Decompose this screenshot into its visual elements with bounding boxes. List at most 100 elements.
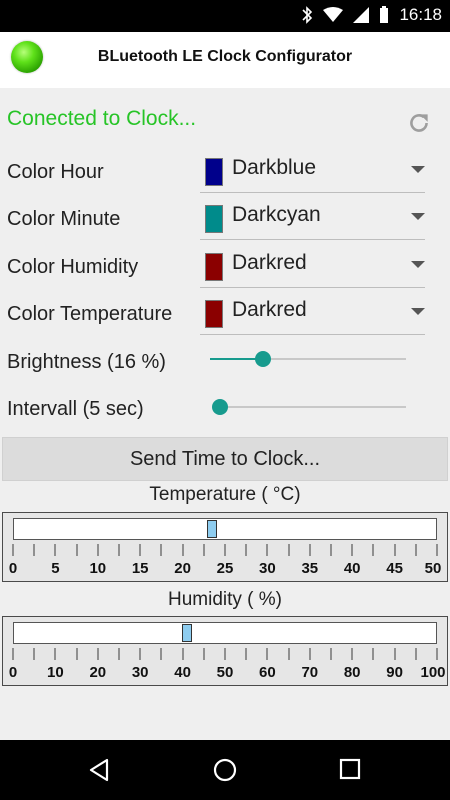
gauge-tick <box>202 648 205 660</box>
brightness-label: Brightness (16 %) <box>7 351 166 373</box>
color-hour-value: Darkblue <box>232 156 317 179</box>
gauge-tick <box>245 544 248 556</box>
color-minute-value: Darkcyan <box>232 203 321 226</box>
gauge-tick-label: 40 <box>174 664 191 681</box>
gauge-tick-label: 50 <box>424 560 442 577</box>
gauge-tick-label: 15 <box>131 560 149 577</box>
interval-slider[interactable] <box>211 397 406 417</box>
clock-time: 16:18 <box>399 5 442 24</box>
color-humidity-label: Color Humidity <box>7 256 139 278</box>
gauge-tick <box>351 648 354 660</box>
gauge-tick <box>245 648 248 660</box>
gauge-tick <box>33 648 36 660</box>
refresh-icon[interactable] <box>406 110 432 136</box>
gauge-tick <box>372 544 375 556</box>
gauge-tick <box>287 648 290 660</box>
brightness-slider[interactable] <box>210 349 406 369</box>
gauge-tick <box>181 648 184 660</box>
home-icon[interactable] <box>213 758 237 782</box>
color-temperature-value: Darkred <box>232 298 307 321</box>
gauge-tick <box>266 544 269 556</box>
gauge-tick-label: 40 <box>343 560 361 577</box>
color-humidity-value: Darkred <box>232 251 307 274</box>
gauge-tick <box>266 648 269 660</box>
slider-thumb[interactable] <box>255 351 272 367</box>
gauge-tick-label: 90 <box>386 664 403 681</box>
humidity-gauge: 0 10 20 30 40 50 60 70 80 90 100 <box>2 616 448 686</box>
color-temperature-dropdown[interactable]: Darkred <box>200 290 425 335</box>
color-hour-dropdown[interactable]: Darkblue <box>200 148 425 193</box>
recents-icon[interactable] <box>339 758 361 780</box>
gauge-tick-label: 25 <box>216 560 234 577</box>
gauge-tick <box>96 648 99 660</box>
gauge-tick <box>414 544 417 556</box>
gauge-tick <box>436 544 438 556</box>
temperature-gauge: 0 5 10 15 20 25 30 35 40 45 50 <box>2 512 448 582</box>
gauge-tick <box>139 648 142 660</box>
gauge-tick-label: 50 <box>216 664 234 681</box>
gauge-tick <box>75 648 78 660</box>
slider-thumb[interactable] <box>211 399 228 415</box>
gauge-tick <box>414 648 417 660</box>
gauge-tick-label: 30 <box>259 560 276 577</box>
gauge-tick-label: 70 <box>301 664 319 681</box>
gauge-tick <box>54 648 57 660</box>
gauge-bar <box>13 622 437 644</box>
gauge-tick <box>287 544 290 556</box>
color-humidity-dropdown[interactable]: Darkred <box>200 243 425 288</box>
gauge-tick <box>75 544 78 556</box>
gauge-bar <box>13 518 437 540</box>
color-swatch <box>205 300 223 328</box>
temperature-title: Temperature ( °C) <box>149 484 301 505</box>
gauge-tick <box>181 544 184 556</box>
color-temperature-label: Color Temperature <box>7 303 173 325</box>
gauge-tick-label: 35 <box>301 560 319 577</box>
color-swatch <box>205 205 223 233</box>
gauge-tick-label: 30 <box>131 664 149 681</box>
gauge-tick <box>224 648 226 660</box>
gauge-tick <box>330 648 332 660</box>
gauge-tick <box>12 648 14 660</box>
navigation-bar <box>0 740 450 800</box>
interval-label: Intervall (5 sec) <box>7 398 144 420</box>
color-hour-label: Color Hour <box>7 161 104 183</box>
app-title: BLuetooth LE Clock Configurator <box>97 48 353 65</box>
dropdown-arrow-icon <box>411 166 425 173</box>
gauge-tick <box>308 648 311 660</box>
gauge-tick-label: 0 <box>8 664 18 681</box>
gauge-tick-label: 10 <box>89 560 107 577</box>
gauge-tick-label: 60 <box>259 664 276 681</box>
gauge-tick <box>436 648 438 660</box>
gauge-tick <box>393 544 396 556</box>
gauge-tick <box>351 544 354 556</box>
gauge-tick <box>54 544 57 556</box>
gauge-tick-label: 20 <box>89 664 107 681</box>
color-minute-label: Color Minute <box>7 208 121 230</box>
gauge-tick <box>330 544 332 556</box>
gauge-tick <box>160 648 163 660</box>
status-bar: 16:18 <box>0 0 450 32</box>
battery-icon <box>380 6 389 23</box>
gauge-tick <box>118 544 120 556</box>
bluetooth-icon <box>302 6 313 24</box>
gauge-tick <box>372 648 375 660</box>
color-minute-dropdown[interactable]: Darkcyan <box>200 195 425 240</box>
gauge-tick <box>224 544 226 556</box>
dropdown-arrow-icon <box>411 308 425 315</box>
slider-track <box>214 406 406 408</box>
color-swatch <box>205 253 223 281</box>
gauge-tick-label: 20 <box>174 560 191 577</box>
send-time-button[interactable]: Send Time to Clock... <box>2 437 448 481</box>
gauge-tick-label: 80 <box>343 664 361 681</box>
gauge-tick <box>202 544 205 556</box>
back-icon[interactable] <box>88 758 110 782</box>
dropdown-arrow-icon <box>411 213 425 220</box>
signal-icon <box>353 7 370 23</box>
gauge-marker <box>207 520 218 538</box>
app-bar: BLuetooth LE Clock Configurator <box>0 32 450 88</box>
connection-status: Conected to Clock... <box>7 107 197 130</box>
gauge-tick <box>12 544 14 556</box>
gauge-tick <box>160 544 163 556</box>
gauge-tick <box>139 544 142 556</box>
gauge-marker <box>181 624 192 642</box>
